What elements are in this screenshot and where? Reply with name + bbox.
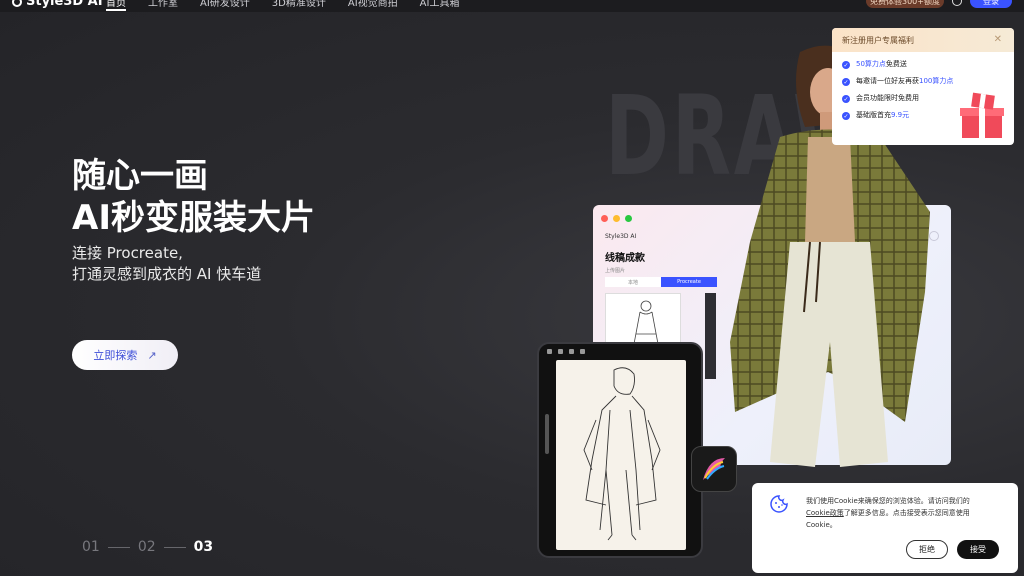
nav-item-ai-design[interactable]: AI研发设计: [200, 0, 250, 11]
pager-divider: [163, 546, 186, 548]
preview-dark-panel: [705, 293, 716, 379]
close-dot-icon: [601, 215, 608, 222]
tablet-device: [537, 342, 703, 558]
preview-tab-local: 本地: [605, 277, 661, 287]
tablet-toolbar: [547, 349, 697, 357]
hero-title-line2: AI秒变服装大片: [72, 198, 315, 238]
maximize-dot-icon: [625, 215, 632, 222]
pager-item-1[interactable]: 01: [82, 539, 100, 555]
promo-item-text: 基础版首充9.9元: [856, 111, 909, 120]
promo-item: ✓ 每邀请一位好友再获100算力点: [842, 77, 960, 86]
tool-icon: [547, 349, 552, 354]
pager-item-3[interactable]: 03: [194, 539, 213, 555]
promo-text: 免费送: [885, 60, 907, 68]
promo-header: 新注册用户专属福利 ✕: [832, 28, 1014, 52]
hero-sub-line2: 打通灵感到成衣的 AI 快车道: [72, 265, 262, 283]
gift-box-icon: [960, 92, 1004, 138]
arrow-up-right-icon: ↗: [147, 348, 157, 362]
accept-cookies-button[interactable]: 接受: [957, 540, 999, 559]
check-icon: ✓: [842, 78, 850, 86]
explore-label: 立即探索: [93, 349, 138, 362]
site-logo[interactable]: Style3D AI: [12, 0, 103, 9]
promo-item-text: 50算力点免费送: [856, 60, 907, 69]
preview-tabs: 本地 Procreate: [605, 277, 717, 287]
cookie-message: 我们使用Cookie来确保您的浏览体验。请访问我们的Cookie政策了解更多信息…: [806, 495, 986, 531]
procreate-app-icon: [691, 446, 737, 492]
tablet-side-slider: [545, 414, 549, 454]
check-icon: ✓: [842, 61, 850, 69]
fashion-sketch-icon: [583, 367, 661, 541]
globe-icon[interactable]: [952, 0, 962, 6]
pager-item-2[interactable]: 02: [138, 539, 156, 555]
nav-item-studio[interactable]: 工作室: [148, 0, 178, 11]
promo-text: 基础版首充: [856, 111, 891, 119]
cookie-policy-link[interactable]: Cookie政策: [806, 509, 844, 517]
preview-title: 线稿成款: [605, 253, 645, 264]
promo-item: ✓ 50算力点免费送: [842, 60, 960, 69]
window-controls: [601, 215, 632, 222]
nav-promo-button[interactable]: 免费体验300+额度: [866, 0, 944, 8]
explore-button[interactable]: 立即探索 ↗: [72, 340, 178, 370]
hero-subtitle: 连接 Procreate, 打通灵感到成衣的 AI 快车道: [72, 243, 261, 285]
login-button[interactable]: 登录: [970, 0, 1012, 8]
preview-logo: Style3D AI: [605, 233, 637, 240]
promo-highlight: 9.9元: [891, 111, 910, 119]
cookie-consent-banner: 我们使用Cookie来确保您的浏览体验。请访问我们的Cookie政策了解更多信息…: [752, 483, 1018, 573]
procreate-logo-icon: [703, 458, 725, 480]
nav-item-home[interactable]: 首页: [106, 0, 126, 11]
style3d-logo-icon: [12, 0, 22, 7]
promo-item-text: 每邀请一位好友再获100算力点: [856, 77, 953, 86]
promo-text: 每邀请一位好友再获: [856, 77, 919, 85]
tool-icon: [580, 349, 585, 354]
promo-item: ✓ 基础版首充9.9元: [842, 111, 960, 120]
check-icon: ✓: [842, 112, 850, 120]
hero-sub-line1: 连接 Procreate,: [72, 244, 183, 262]
promo-title: 新注册用户专属福利: [842, 35, 914, 45]
hero-title: 随心一画 AI秒变服装大片: [72, 155, 315, 239]
reject-cookies-button[interactable]: 拒绝: [906, 540, 948, 559]
preview-tab-procreate: Procreate: [661, 277, 717, 287]
tablet-sketch-screen: [556, 360, 686, 550]
top-nav: Style3D AI 首页 工作室 AI研发设计 3D精准设计 AI视觉商拍 A…: [0, 0, 1024, 12]
promo-highlight: 50算力点: [856, 60, 886, 68]
preview-subtitle: 上传图片: [605, 268, 626, 274]
cookie-text-before: 我们使用Cookie来确保您的浏览体验。请访问我们的: [806, 497, 970, 505]
tool-icon: [569, 349, 574, 354]
check-icon: ✓: [842, 95, 850, 103]
hero-title-line1: 随心一画: [72, 156, 208, 196]
tool-icon: [558, 349, 563, 354]
nav-item-ai-tools[interactable]: AI工具箱: [420, 0, 460, 11]
promo-item-text: 会员功能限时免费用: [856, 94, 919, 103]
pager-divider: [107, 546, 130, 548]
nav-item-ai-photo[interactable]: AI视觉商拍: [348, 0, 398, 11]
nav-item-3d-design[interactable]: 3D精准设计: [272, 0, 326, 11]
promo-text: 会员功能限时免费用: [856, 94, 919, 102]
slide-pager: 01 02 03: [82, 539, 213, 555]
cookie-icon: [770, 495, 788, 513]
promo-item: ✓ 会员功能限时免费用: [842, 94, 960, 103]
promo-highlight: 100算力点: [919, 77, 954, 85]
logo-text: Style3D AI: [26, 0, 103, 9]
minimize-dot-icon: [613, 215, 620, 222]
nav-menu: 首页 工作室 AI研发设计 3D精准设计 AI视觉商拍 AI工具箱: [106, 0, 459, 11]
close-icon[interactable]: ✕: [994, 34, 1002, 45]
